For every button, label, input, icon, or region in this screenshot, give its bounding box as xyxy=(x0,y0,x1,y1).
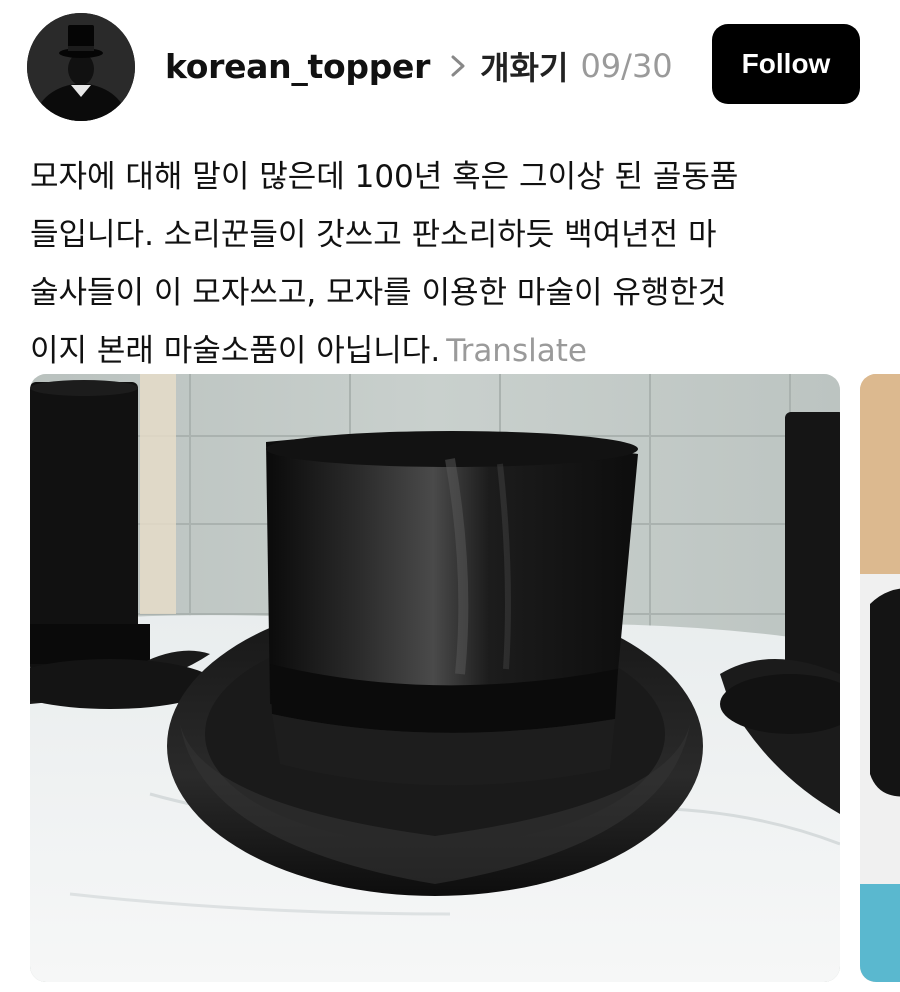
post-body: 모자에 대해 말이 많은데 100년 혹은 그이상 된 골동품 들입니다. 소리… xyxy=(30,148,880,380)
chevron-right-icon xyxy=(451,55,465,77)
post-body-line: 들입니다. 소리꾼들이 갓쓰고 판소리하듯 백여년전 마 xyxy=(30,217,717,253)
post-meta: korean_topper 개화기 09/30 xyxy=(165,40,673,92)
thread-post: korean_topper 개화기 09/30 Follow 모자에 대해 말이… xyxy=(0,0,900,992)
post-date: 09/30 xyxy=(580,47,673,85)
post-body-line: 술사들이 이 모자쓰고, 모자를 이용한 마술이 유행한것 xyxy=(30,275,727,311)
top-hat-photo-peek xyxy=(860,374,900,982)
post-image-next[interactable] xyxy=(860,374,900,982)
post-body-line-last: 이지 본래 마술소품이 아닙니다. Translate xyxy=(30,322,880,380)
post-image[interactable] xyxy=(30,374,840,982)
top-hats-photo xyxy=(30,374,840,982)
topic-tag[interactable]: 개화기 xyxy=(480,43,568,89)
username[interactable]: korean_topper xyxy=(165,47,430,86)
post-body-line-text: 이지 본래 마술소품이 아닙니다. xyxy=(30,333,441,369)
translate-link[interactable]: Translate xyxy=(446,333,587,369)
follow-button[interactable]: Follow xyxy=(712,24,860,104)
post-body-line: 모자에 대해 말이 많은데 100년 혹은 그이상 된 골동품 xyxy=(30,159,739,195)
avatar[interactable] xyxy=(27,13,135,121)
avatar-image xyxy=(27,13,135,121)
